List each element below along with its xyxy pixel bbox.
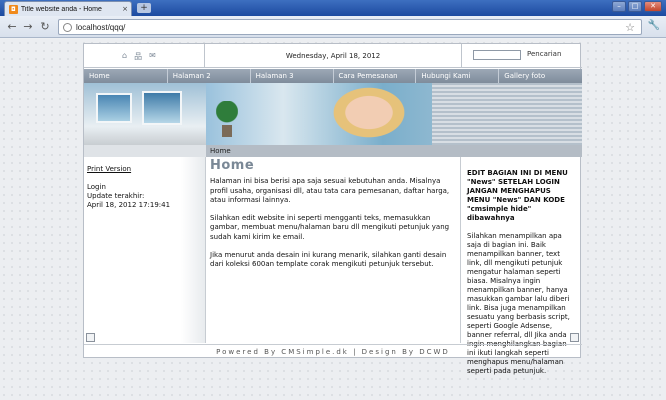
main-content: Home Halaman ini bisa berisi apa saja se… [206,157,460,343]
page-viewport: ⌂ 品 ✉ Wednesday, April 18, 2012 Pencaria… [0,39,666,400]
address-bar[interactable]: localhost/qqq/ ☆ [58,19,642,35]
breadcrumb[interactable]: Home [210,145,231,157]
search-input[interactable] [473,50,521,60]
menu-item-home[interactable]: Home [84,69,168,83]
menu-item-halaman-2[interactable]: Halaman 2 [167,69,251,83]
header-banner-image [84,83,582,145]
minimize-button[interactable]: – [612,1,626,12]
bookmark-star-icon[interactable]: ☆ [625,21,635,34]
banner-window-right [142,91,182,125]
menu-item-cara-pemesanan[interactable]: Cara Pemesanan [333,69,417,83]
mail-icon[interactable]: ✉ [149,51,156,62]
top-icons: ⌂ 品 ✉ [122,51,156,62]
breadcrumb-left-filler [84,145,206,157]
back-button[interactable]: ← [5,20,19,34]
reload-button[interactable]: ↻ [38,20,52,34]
banner-pot [222,125,232,137]
new-tab-button[interactable]: + [137,3,151,13]
close-window-button[interactable]: ✕ [644,1,662,12]
content-paragraph-1: Halaman ini bisa berisi apa saja sesuai … [210,177,450,204]
browser-titlebar: ◘ Title website anda - Home × + – □ ✕ [0,0,666,16]
maximize-button[interactable]: □ [628,1,642,12]
address-url: localhost/qqq/ [76,22,126,32]
page-title: Home [210,158,255,173]
menu-item-halaman-3[interactable]: Halaman 3 [250,69,334,83]
search-button[interactable]: Pencarian [527,50,561,58]
banner-room [84,83,206,145]
date-display: Wednesday, April 18, 2012 [204,44,462,68]
site-topbar: ⌂ 品 ✉ Wednesday, April 18, 2012 Pencaria… [84,44,582,68]
breadcrumb-bar: Home [84,145,582,157]
site-container: ⌂ 品 ✉ Wednesday, April 18, 2012 Pencaria… [83,43,582,375]
favicon-icon: ◘ [9,4,18,14]
menu-item-gallery-foto[interactable]: Gallery foto [499,69,582,83]
main-menu: Home Halaman 2 Halaman 3 Cara Pemesanan … [84,69,582,83]
banner-plant [216,101,238,127]
browser-tab[interactable]: ◘ Title website anda - Home × [4,1,132,16]
print-version-link[interactable]: Print Version [87,165,202,174]
site-footer: Powered By CMSimple.dk | Design By DCWD [84,344,582,359]
news-edit-notice: EDIT BAGIAN INI DI MENU "News" SETELAH L… [467,169,568,222]
right-sidebar: EDIT BAGIAN INI DI MENU "News" SETELAH L… [460,157,582,375]
menu-item-hubungi-kami[interactable]: Hubungi Kami [416,69,500,83]
last-update-value: April 18, 2012 17:19:41 [87,201,171,209]
banner-woman-photo [314,83,414,145]
window-controls: – □ ✕ [612,1,662,12]
left-sidebar: Print Version Login Update terakhir: Apr… [84,157,206,343]
content-paragraph-2: Silahkan edit website ini seperti mengga… [210,214,450,241]
content-paragraph-3: Jika menurut anda desain ini kurang mena… [210,251,447,269]
browser-toolbar: ← → ↻ localhost/qqq/ ☆ 🔧 [0,16,666,38]
home-icon[interactable]: ⌂ [122,51,127,62]
tab-close-button[interactable]: × [122,5,128,13]
forward-button[interactable]: → [21,20,35,34]
login-link[interactable]: Login [87,183,202,192]
banner-window-left [96,93,132,123]
page-icon [63,22,72,32]
banner-stripes [432,83,582,145]
last-update-label: Update terakhir: [87,192,145,200]
tab-title: Title website anda - Home [20,5,102,13]
right-corner-icon [570,333,579,342]
left-corner-icon [86,333,95,342]
wrench-menu-icon[interactable]: 🔧 [648,20,660,31]
sitemap-icon[interactable]: 品 [134,51,142,62]
